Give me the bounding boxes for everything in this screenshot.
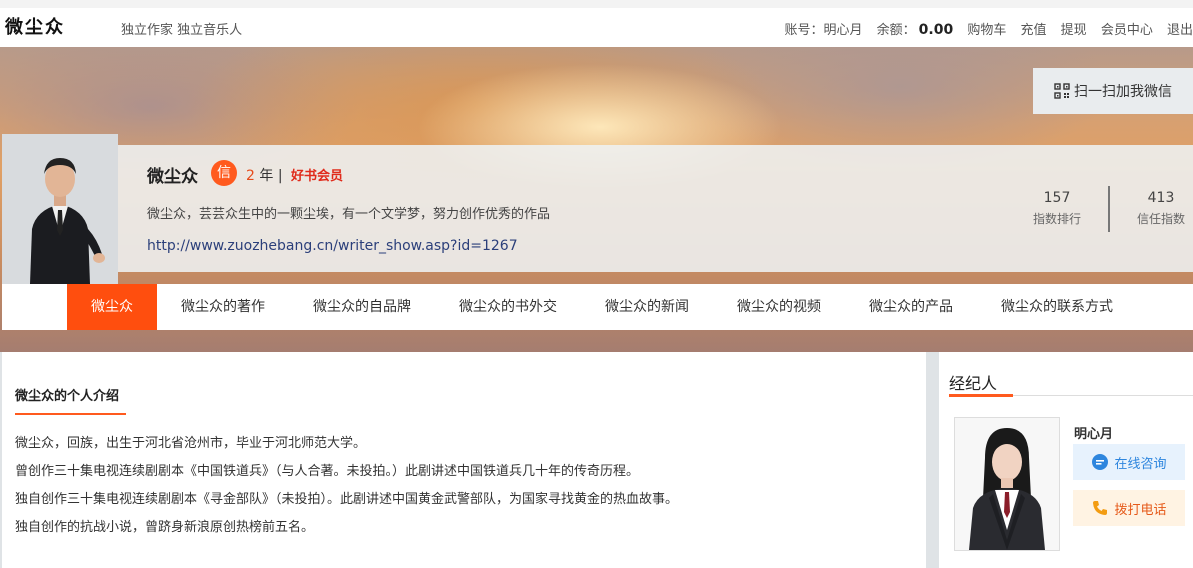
nav-tab-home[interactable]: 微尘众	[67, 284, 157, 330]
logout-link[interactable]: 退出	[1167, 23, 1193, 38]
author-name: 微尘众	[147, 167, 198, 187]
intro-title: 微尘众的个人介绍	[15, 389, 120, 404]
intro-panel: 微尘众的个人介绍 微尘众，回族，出生于河北省沧州市，毕业于河北师范大学。 曾创作…	[2, 352, 926, 568]
intro-line: 微尘众，回族，出生于河北省沧州市，毕业于河北师范大学。	[15, 436, 367, 451]
intro-title-underline	[15, 413, 126, 415]
wechat-qr-label: 扫一扫加我微信	[1074, 84, 1172, 100]
nav-tab-news[interactable]: 微尘众的新闻	[605, 284, 689, 330]
membership-years-number: 2	[246, 168, 255, 184]
stat-trust-label: 信任指数	[1136, 212, 1185, 226]
site-tagline: 独立作家 独立音乐人	[121, 23, 243, 38]
wechat-qr-button[interactable]: 扫一扫加我微信	[1033, 68, 1193, 114]
call-phone-label: 拨打电话	[1114, 502, 1167, 518]
qr-code-icon	[1054, 83, 1070, 99]
intro-line: 独自创作的抗战小说，曾跻身新浪原创热榜前五名。	[15, 520, 315, 535]
author-photo-illustration	[2, 134, 118, 284]
member-level: 好书会员	[291, 169, 344, 184]
balance-label: 余额：	[876, 23, 916, 38]
stat-ranking: 157 指数排行	[1022, 190, 1092, 227]
intro-line: 曾创作三十集电视连续剧剧本《中国铁道兵》（与人合著。未投拍。）此剧讲述中国铁道兵…	[15, 464, 640, 479]
recharge-link[interactable]: 充值	[1021, 23, 1047, 38]
balance-value: 0.00	[918, 22, 954, 38]
agent-photo	[954, 417, 1060, 551]
call-phone-button[interactable]: 拨打电话	[1073, 490, 1185, 526]
profile-card: 微尘众 信 2 年 | 好书会员 微尘众，芸芸众生中的一颗尘埃，有一个文学梦，努…	[117, 145, 1193, 272]
author-bio: 微尘众，芸芸众生中的一颗尘埃，有一个文学梦，努力创作优秀的作品	[147, 207, 551, 222]
agent-name: 明心月	[1074, 427, 1114, 442]
nav-tab-works[interactable]: 微尘众的著作	[181, 284, 265, 330]
cart-link[interactable]: 购物车	[967, 23, 1006, 38]
member-center-link[interactable]: 会员中心	[1101, 23, 1153, 38]
profile-banner: 扫一扫加我微信 微尘众 信 2 年 | 好书会员 微尘众，芸芸众生中的一颗尘埃，…	[0, 47, 1193, 352]
site-logo[interactable]: 微尘众	[5, 13, 65, 39]
agent-panel: 经纪人 明心月 在线咨询 拨打电话	[939, 352, 1193, 568]
author-url-link[interactable]: http://www.zuozhebang.cn/writer_show.asp…	[147, 238, 518, 254]
phone-icon	[1093, 501, 1108, 515]
intro-line: 独自创作三十集电视连续剧剧本《寻金部队》（未投拍）。此剧讲述中国黄金武警部队，为…	[15, 492, 679, 507]
nav-tab-book-diplomacy[interactable]: 微尘众的书外交	[459, 284, 557, 330]
agent-title-underline	[949, 394, 1013, 397]
stat-divider	[1108, 186, 1110, 232]
membership-years-suffix: 年 |	[259, 168, 283, 184]
account-links: 账号：明心月 余额： 0.00 购物车 充值 提现 会员中心 退出	[785, 19, 1193, 38]
withdraw-link[interactable]: 提现	[1061, 23, 1087, 38]
stat-trust-value: 413	[1147, 190, 1175, 206]
stat-ranking-value: 157	[1043, 190, 1071, 206]
nav-tab-brand[interactable]: 微尘众的自品牌	[313, 284, 411, 330]
trust-badge: 信	[211, 160, 237, 186]
top-bar: 微尘众 独立作家 独立音乐人 账号：明心月 余额： 0.00 购物车 充值 提现 …	[0, 0, 1193, 47]
online-consult-label: 在线咨询	[1114, 456, 1167, 472]
stat-trust: 413 信任指数	[1126, 190, 1193, 227]
nav-tab-products[interactable]: 微尘众的产品	[869, 284, 953, 330]
membership-years: 2 年 |	[246, 165, 283, 185]
nav-tab-videos[interactable]: 微尘众的视频	[737, 284, 821, 330]
profile-nav: 微尘众 微尘众的著作 微尘众的自品牌 微尘众的书外交 微尘众的新闻 微尘众的视频…	[2, 284, 1193, 330]
author-avatar	[2, 134, 118, 284]
agent-title: 经纪人	[949, 374, 998, 393]
nav-tab-contact[interactable]: 微尘众的联系方式	[1001, 284, 1113, 330]
stat-ranking-label: 指数排行	[1032, 212, 1081, 226]
account-name: 账号：明心月	[784, 23, 863, 38]
chat-bubble-icon	[1092, 454, 1109, 470]
online-consult-button[interactable]: 在线咨询	[1073, 444, 1185, 480]
agent-photo-illustration	[955, 418, 1059, 550]
